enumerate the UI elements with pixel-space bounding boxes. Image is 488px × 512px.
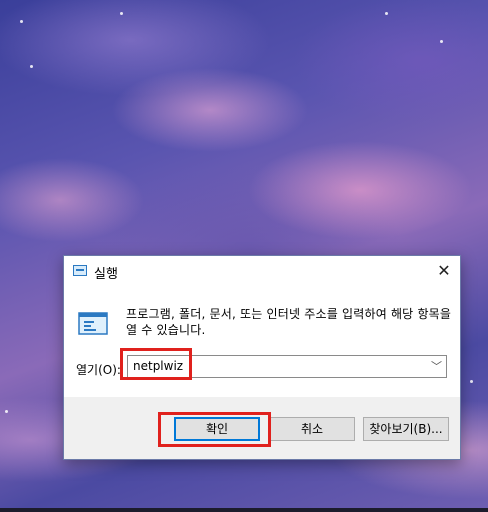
star	[440, 40, 443, 43]
open-label: 열기(O):	[76, 363, 121, 377]
dialog-title: 실행	[94, 267, 118, 282]
run-icon	[73, 265, 87, 276]
browse-button[interactable]: 찾아보기(B)...	[363, 417, 449, 441]
star	[5, 410, 8, 413]
ok-highlight-box	[158, 412, 271, 447]
run-large-icon	[78, 312, 108, 335]
run-dialog: 실행 ✕ 프로그램, 폴더, 문서, 또는 인터넷 주소를 입력하여 해당 항목…	[63, 255, 461, 460]
star	[120, 12, 123, 15]
star	[30, 65, 33, 68]
star	[20, 20, 23, 23]
close-button[interactable]: ✕	[428, 256, 460, 286]
dialog-description: 프로그램, 폴더, 문서, 또는 인터넷 주소를 입력하여 해당 항목을 열 수…	[126, 307, 452, 337]
star	[470, 380, 473, 383]
chevron-down-icon[interactable]: ﹀	[431, 358, 442, 374]
cancel-button[interactable]: 취소	[269, 417, 355, 441]
taskbar-edge	[0, 508, 488, 512]
close-icon: ✕	[437, 261, 451, 280]
title-bar: 실행 ✕	[64, 256, 460, 286]
star	[385, 12, 388, 15]
input-highlight-box	[120, 348, 192, 380]
